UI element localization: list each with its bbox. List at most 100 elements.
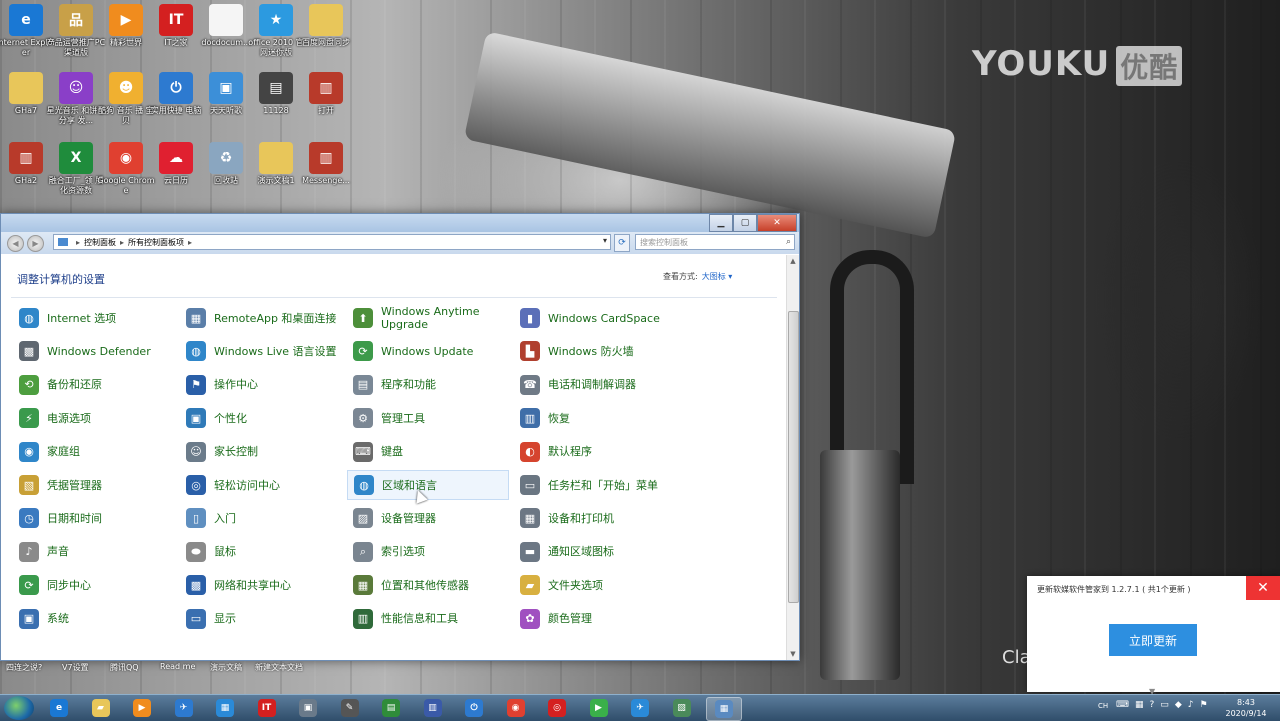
control-panel-item[interactable]: ▤ 程序和功能: [347, 370, 509, 400]
scroll-up-arrow[interactable]: ▲: [787, 257, 799, 265]
network-icon[interactable]: ▦: [1135, 700, 1144, 710]
taskbar-app-monitor[interactable]: ▤: [374, 697, 408, 719]
control-panel-item[interactable]: ▮ Windows CardSpace: [514, 303, 676, 333]
control-panel-item[interactable]: ◍ Windows Live 语言设置: [180, 336, 342, 366]
control-panel-item[interactable]: ▥ 恢复: [514, 403, 676, 433]
chevron-down-icon[interactable]: ▾: [603, 236, 607, 245]
control-panel-item[interactable]: ▬ 通知区域图标: [514, 537, 676, 567]
control-panel-item[interactable]: ◍ Internet 选项: [13, 303, 175, 333]
power-icon: ⏻: [159, 72, 193, 104]
control-panel-item[interactable]: ⬬ 鼠标: [180, 537, 342, 567]
control-panel-item[interactable]: ⌨ 键盘: [347, 437, 509, 467]
keyboard-icon[interactable]: ⌨: [1116, 700, 1129, 710]
scrollbar-thumb[interactable]: [788, 311, 799, 603]
taskbar-app-pen[interactable]: ✎: [333, 697, 367, 719]
control-panel-item[interactable]: ▯ 入门: [180, 503, 342, 533]
control-panel-item[interactable]: ⟳ Windows Update: [347, 336, 509, 366]
close-button[interactable]: ✕: [757, 214, 797, 232]
taskbar-app-media[interactable]: ▶: [125, 697, 159, 719]
control-panel-item[interactable]: ✿ 颜色管理: [514, 604, 676, 634]
search-input[interactable]: 搜索控制面板 ⌕: [635, 234, 795, 250]
control-panel-item[interactable]: ⌕ 索引选项: [347, 537, 509, 567]
desktop-icon[interactable]: ▥ Messenge...: [296, 142, 356, 186]
taskbar-app-ithome[interactable]: IT: [250, 697, 284, 719]
refresh-button[interactable]: ⟳: [614, 234, 630, 252]
control-panel-item[interactable]: ▭ 任务栏和「开始」菜单: [514, 470, 676, 500]
view-by-dropdown[interactable]: 大图标 ▾: [702, 272, 733, 281]
taskbar-app-computer[interactable]: ▣: [291, 697, 325, 719]
desktop-icon-label[interactable]: Read me: [160, 662, 195, 671]
taskbar-app-plane[interactable]: ✈: [623, 697, 657, 719]
taskbar-app-control-panel[interactable]: ▦: [706, 697, 742, 721]
desktop-icon-label[interactable]: 新建文本文档: [255, 662, 303, 673]
control-panel-item[interactable]: ☎ 电话和调制解调器: [514, 370, 676, 400]
desktop-icon[interactable]: 百度网盘同步: [296, 4, 356, 48]
control-panel-item[interactable]: ◐ 默认程序: [514, 437, 676, 467]
control-panel-item[interactable]: ◎ 轻松访问中心: [180, 470, 342, 500]
title-bar[interactable]: ▁ ▢ ✕: [1, 214, 799, 232]
back-button[interactable]: ◀: [7, 235, 24, 252]
control-panel-item[interactable]: ▣ 系统: [13, 604, 175, 634]
taskbar-app-explorer[interactable]: ▰: [84, 697, 118, 719]
shield-icon[interactable]: ◆: [1175, 700, 1182, 710]
update-now-button[interactable]: 立即更新: [1109, 624, 1197, 656]
taskbar-app-ie[interactable]: e: [42, 697, 76, 719]
breadcrumb-all-items[interactable]: 所有控制面板项: [128, 237, 184, 248]
close-icon[interactable]: ✕: [1246, 576, 1280, 600]
ime-indicator[interactable]: CH: [1098, 702, 1108, 710]
control-panel-item[interactable]: ⟳ 同步中心: [13, 570, 175, 600]
control-panel-item[interactable]: ⟲ 备份和还原: [13, 370, 175, 400]
taskbar-app-play[interactable]: ▶: [582, 697, 616, 719]
desktop-icon[interactable]: ▥ 打开: [296, 72, 356, 116]
control-panel-item[interactable]: ▰ 文件夹选项: [514, 570, 676, 600]
desktop-icon-label[interactable]: V7设置: [62, 662, 89, 673]
control-panel-item[interactable]: ▧ 凭据管理器: [13, 470, 175, 500]
taskbar-app-chrome[interactable]: ◉: [499, 697, 533, 719]
forward-button[interactable]: ▶: [27, 235, 44, 252]
control-panel-item[interactable]: ♪ 声音: [13, 537, 175, 567]
control-panel-item[interactable]: ⚙ 管理工具: [347, 403, 509, 433]
control-panel-item[interactable]: ▨ 设备管理器: [347, 503, 509, 533]
taskbar-app-music[interactable]: ◎: [540, 697, 574, 719]
control-panel-item[interactable]: ◷ 日期和时间: [13, 503, 175, 533]
desktop-icon-label[interactable]: 腾讯QQ: [110, 662, 139, 673]
globe-icon: ◍: [186, 341, 206, 362]
control-panel-item[interactable]: ⚡ 电源选项: [13, 403, 175, 433]
control-panel-item[interactable]: ⚑ 操作中心: [180, 370, 342, 400]
taskbar-app-screen[interactable]: ▥: [416, 697, 450, 719]
control-panel-item[interactable]: ▣ 个性化: [180, 403, 342, 433]
volume-icon[interactable]: ♪: [1188, 700, 1194, 710]
flag-icon[interactable]: ⚑: [1199, 700, 1207, 710]
start-button[interactable]: [4, 696, 34, 720]
control-panel-item[interactable]: ▙ Windows 防火墙: [514, 336, 676, 366]
control-panel-item[interactable]: ▥ 性能信息和工具: [347, 604, 509, 634]
breadcrumb-control-panel[interactable]: 控制面板: [84, 237, 116, 248]
control-panel-item[interactable]: ▦ RemoteApp 和桌面连接: [180, 303, 342, 333]
desktop-icon-label[interactable]: 演示文稿: [210, 662, 242, 673]
control-panel-item-label: 设备管理器: [381, 511, 436, 525]
control-panel-item[interactable]: ▩ Windows Defender: [13, 336, 175, 366]
control-panel-item[interactable]: ☺ 家长控制: [180, 437, 342, 467]
control-panel-item[interactable]: ▩ 网络和共享中心: [180, 570, 342, 600]
control-panel-item[interactable]: ▦ 位置和其他传感器: [347, 570, 509, 600]
minimize-button[interactable]: ▁: [709, 214, 733, 232]
desktop-icon-label[interactable]: 四连之说?: [6, 662, 42, 673]
control-panel-window[interactable]: ▁ ▢ ✕ ◀ ▶ ▸ 控制面板 ▸ 所有控制面板项 ▸ ▾ ⟳ 搜索控制面板 …: [0, 213, 800, 661]
taskbar-app-bird[interactable]: ✈: [167, 697, 201, 719]
control-panel-item[interactable]: ◉ 家庭组: [13, 437, 175, 467]
vertical-scrollbar[interactable]: ▲ ▼: [786, 255, 799, 660]
monitor-icon[interactable]: ▭: [1160, 700, 1169, 710]
control-panel-item[interactable]: ▦ 设备和打印机: [514, 503, 676, 533]
clock[interactable]: 8:43 2020/9/14: [1222, 697, 1270, 719]
address-bar[interactable]: ▸ 控制面板 ▸ 所有控制面板项 ▸ ▾: [53, 234, 611, 250]
help-icon[interactable]: ?: [1150, 700, 1155, 710]
taskbar-app-doc[interactable]: ▧: [665, 697, 699, 719]
parental-icon: ☺: [186, 441, 206, 462]
taskbar-app-power[interactable]: ⏻: [457, 697, 491, 719]
maximize-button[interactable]: ▢: [733, 214, 757, 232]
control-panel-item[interactable]: ◍ 区域和语言: [347, 470, 509, 500]
taskbar-app-store[interactable]: ▦: [208, 697, 242, 719]
control-panel-item[interactable]: ▭ 显示: [180, 604, 342, 634]
scroll-down-arrow[interactable]: ▼: [787, 650, 799, 658]
control-panel-item[interactable]: ⬆ Windows Anytime Upgrade: [347, 303, 509, 333]
